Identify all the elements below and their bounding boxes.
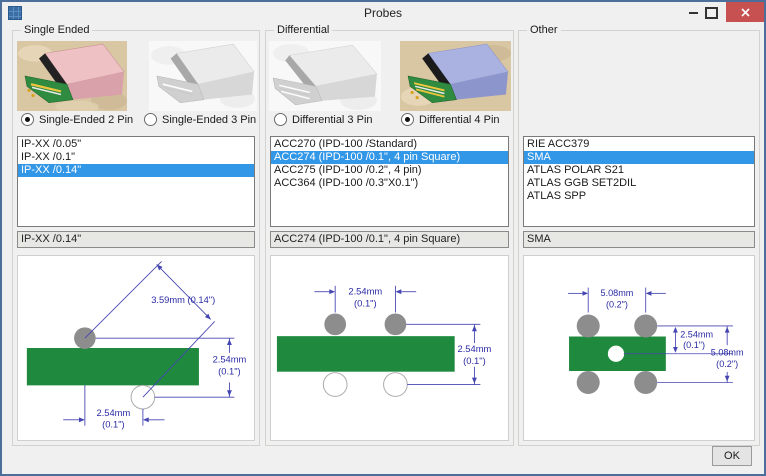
radio-label: Differential 4 Pin bbox=[419, 114, 500, 126]
single-ended-3pin-photo[interactable] bbox=[149, 41, 257, 111]
svg-text:2.54mm: 2.54mm bbox=[348, 287, 382, 297]
differential-4pin-photo[interactable] bbox=[400, 41, 511, 111]
single-ended-2pin-photo[interactable] bbox=[17, 41, 127, 111]
close-icon[interactable] bbox=[726, 2, 764, 22]
differential-3pin-photo[interactable] bbox=[269, 41, 381, 111]
svg-text:2.54mm: 2.54mm bbox=[457, 344, 491, 354]
list-item[interactable]: IP-XX /0.1" bbox=[18, 151, 254, 164]
svg-text:2.54mm: 2.54mm bbox=[213, 355, 247, 365]
svg-text:3.59mm (0.14"): 3.59mm (0.14") bbox=[151, 295, 215, 305]
svg-text:(0.1"): (0.1") bbox=[218, 367, 241, 377]
title-bar: Probes bbox=[2, 2, 764, 24]
footprint-diagram-single-ended: 3.59mm (0.14") 2.54mm (0.1") 2.54mm (0.1… bbox=[17, 255, 255, 441]
radio-dot-icon bbox=[401, 113, 414, 126]
group-other: Other RIE ACC379 SMA ATLAS POLAR S21 ATL… bbox=[518, 30, 760, 446]
maximize-icon[interactable] bbox=[705, 7, 718, 19]
probes-dialog: Probes Single Ended bbox=[0, 0, 766, 476]
svg-text:(0.2"): (0.2") bbox=[606, 300, 628, 310]
radio-single-ended-2pin[interactable]: Single-Ended 2 Pin bbox=[21, 113, 133, 126]
list-item-selected[interactable]: ACC274 (IPD-100 /0.1", 4 pin Square) bbox=[271, 151, 508, 164]
list-item[interactable]: ACC275 (IPD-100 /0.2", 4 pin) bbox=[271, 164, 508, 177]
svg-text:(0.1"): (0.1") bbox=[463, 356, 486, 366]
svg-text:5.08mm: 5.08mm bbox=[711, 348, 744, 358]
probe-list-other[interactable]: RIE ACC379 SMA ATLAS POLAR S21 ATLAS GGB… bbox=[523, 136, 755, 227]
selected-probe-field[interactable]: SMA bbox=[523, 231, 755, 248]
selected-probe-field[interactable]: IP-XX /0.14" bbox=[17, 231, 255, 248]
radio-single-ended-3pin[interactable]: Single-Ended 3 Pin bbox=[144, 113, 256, 126]
svg-text:(0.1"): (0.1") bbox=[354, 299, 377, 309]
footprint-diagram-other: 5.08mm (0.2") 2.54mm (0.1") 5.08mm (0.2"… bbox=[523, 255, 755, 441]
radio-dot-icon bbox=[274, 113, 287, 126]
radio-label: Single-Ended 2 Pin bbox=[39, 114, 133, 126]
radio-differential-3pin[interactable]: Differential 3 Pin bbox=[274, 113, 373, 126]
group-label: Differential bbox=[274, 24, 332, 36]
svg-text:(0.2"): (0.2") bbox=[716, 359, 738, 369]
list-item[interactable]: RIE ACC379 bbox=[524, 138, 754, 151]
probe-list-differential[interactable]: ACC270 (IPD-100 /Standard) ACC274 (IPD-1… bbox=[270, 136, 509, 227]
list-item[interactable]: ATLAS GGB SET2DIL bbox=[524, 177, 754, 190]
radio-label: Differential 3 Pin bbox=[292, 114, 373, 126]
svg-text:2.54mm: 2.54mm bbox=[97, 408, 131, 418]
radio-dot-icon bbox=[144, 113, 157, 126]
minimize-icon[interactable] bbox=[689, 12, 698, 14]
list-item[interactable]: ACC364 (IPD-100 /0.3"X0.1") bbox=[271, 177, 508, 190]
radio-dot-icon bbox=[21, 113, 34, 126]
ok-button[interactable]: OK bbox=[712, 446, 752, 466]
window-title: Probes bbox=[2, 2, 764, 24]
list-item[interactable]: ATLAS SPP bbox=[524, 190, 754, 203]
list-item[interactable]: ACC270 (IPD-100 /Standard) bbox=[271, 138, 508, 151]
list-item[interactable]: ATLAS POLAR S21 bbox=[524, 164, 754, 177]
group-single-ended: Single Ended bbox=[12, 30, 260, 446]
svg-text:2.54mm: 2.54mm bbox=[680, 329, 713, 339]
radio-differential-4pin[interactable]: Differential 4 Pin bbox=[401, 113, 500, 126]
footprint-diagram-differential: 2.54mm (0.1") 2.54mm (0.1") bbox=[270, 255, 509, 441]
list-item[interactable]: IP-XX /0.05" bbox=[18, 138, 254, 151]
svg-text:(0.1"): (0.1") bbox=[102, 420, 125, 430]
list-item-selected[interactable]: IP-XX /0.14" bbox=[18, 164, 254, 177]
list-item-selected[interactable]: SMA bbox=[524, 151, 754, 164]
group-differential: Differential bbox=[265, 30, 514, 446]
svg-text:5.08mm: 5.08mm bbox=[601, 288, 634, 298]
group-label: Other bbox=[527, 24, 561, 36]
group-label: Single Ended bbox=[21, 24, 92, 36]
svg-text:(0.1"): (0.1") bbox=[683, 340, 705, 350]
probe-list-single-ended[interactable]: IP-XX /0.05" IP-XX /0.1" IP-XX /0.14" bbox=[17, 136, 255, 227]
radio-label: Single-Ended 3 Pin bbox=[162, 114, 256, 126]
selected-probe-field[interactable]: ACC274 (IPD-100 /0.1", 4 pin Square) bbox=[270, 231, 509, 248]
